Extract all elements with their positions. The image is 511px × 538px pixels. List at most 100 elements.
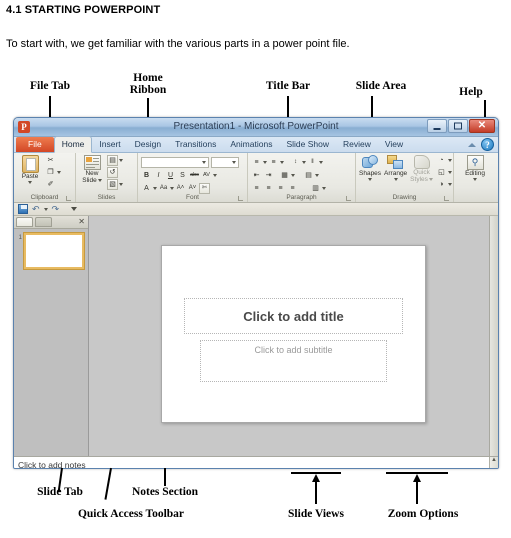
- shape-effects-icon[interactable]: ◑: [436, 179, 447, 190]
- tab-review[interactable]: Review: [336, 137, 378, 152]
- decrease-indent-button[interactable]: ⇤: [251, 170, 262, 181]
- shape-effects-caret-icon[interactable]: [447, 183, 452, 186]
- slide-area[interactable]: Click to add title Click to add subtitle: [89, 216, 498, 456]
- change-case-button[interactable]: Aa: [158, 183, 169, 194]
- clipboard-dialog-launcher-icon[interactable]: [66, 196, 71, 201]
- smartart-caret-icon[interactable]: [322, 187, 326, 190]
- change-case-caret-icon[interactable]: [170, 187, 174, 190]
- drawing-dialog-launcher-icon[interactable]: [444, 196, 449, 201]
- text-direction-button[interactable]: ‖: [307, 157, 318, 168]
- section-caret-icon[interactable]: [119, 183, 123, 186]
- paste-button[interactable]: Paste: [17, 155, 43, 184]
- tab-animations[interactable]: Animations: [223, 137, 279, 152]
- tab-home[interactable]: Home: [53, 136, 93, 153]
- new-slide-button[interactable]: New Slide: [79, 155, 105, 184]
- text-shadow-button[interactable]: S: [177, 170, 188, 181]
- section-icon[interactable]: ▧: [107, 179, 118, 190]
- copy-caret-icon[interactable]: [57, 171, 61, 174]
- outline-tab[interactable]: [35, 217, 52, 227]
- convert-to-smartart-button[interactable]: ▥: [310, 183, 321, 194]
- close-panel-icon[interactable]: ✕: [78, 217, 85, 226]
- font-dialog-launcher-icon[interactable]: [238, 196, 243, 201]
- tab-design[interactable]: Design: [128, 137, 168, 152]
- font-color-caret-icon[interactable]: [153, 187, 157, 190]
- tab-file[interactable]: File: [16, 137, 54, 152]
- line-spacing-button[interactable]: ↕: [290, 157, 301, 168]
- maximize-button[interactable]: [448, 119, 468, 133]
- chevron-up-icon[interactable]: [468, 142, 476, 147]
- slide-canvas[interactable]: Click to add title Click to add subtitle: [161, 245, 426, 423]
- scroll-up-icon[interactable]: ▲: [491, 457, 497, 463]
- grow-font-button[interactable]: A˄: [175, 183, 186, 194]
- bold-button[interactable]: B: [141, 170, 152, 181]
- arrange-caret-icon[interactable]: [393, 178, 398, 181]
- format-painter-icon[interactable]: ✐: [45, 179, 56, 190]
- align-right-button[interactable]: ≡: [275, 183, 286, 194]
- italic-button[interactable]: I: [153, 170, 164, 181]
- line-spacing-caret-icon[interactable]: [302, 161, 306, 164]
- close-button[interactable]: ✕: [469, 119, 495, 133]
- shapes-caret-icon[interactable]: [368, 178, 373, 181]
- shape-outline-icon[interactable]: ◱: [436, 167, 447, 178]
- undo-caret-icon[interactable]: [43, 207, 48, 211]
- strikethrough-button[interactable]: abc: [189, 170, 200, 181]
- align-text-button[interactable]: ▤: [303, 170, 314, 181]
- notes-section[interactable]: Click to add notes ▲ ▼: [14, 456, 498, 468]
- slide-area-scrollbar[interactable]: [489, 216, 498, 456]
- tab-view[interactable]: View: [378, 137, 410, 152]
- copy-icon[interactable]: ❐: [45, 167, 56, 178]
- align-text-caret-icon[interactable]: [315, 174, 319, 177]
- bullets-button[interactable]: ≡: [251, 157, 262, 168]
- character-spacing-button[interactable]: AV: [201, 170, 212, 181]
- customize-quick-access-toolbar-icon[interactable]: [71, 207, 78, 211]
- paragraph-dialog-launcher-icon[interactable]: [346, 196, 351, 201]
- character-spacing-caret-icon[interactable]: [213, 174, 217, 177]
- font-name-input[interactable]: [141, 157, 209, 168]
- font-color-button[interactable]: A: [141, 183, 152, 194]
- numbering-caret-icon[interactable]: [280, 161, 284, 164]
- reset-icon[interactable]: ↺: [107, 167, 118, 178]
- underline-button[interactable]: U: [165, 170, 176, 181]
- font-size-caret-icon[interactable]: [232, 161, 236, 164]
- increase-indent-button[interactable]: ⇥: [263, 170, 274, 181]
- shapes-button[interactable]: Shapes: [359, 155, 381, 181]
- font-name-caret-icon[interactable]: [202, 161, 206, 164]
- arrange-button[interactable]: Arrange: [384, 155, 407, 181]
- subtitle-placeholder[interactable]: Click to add subtitle: [200, 340, 387, 382]
- paste-caret-icon[interactable]: [28, 181, 32, 184]
- font-size-input[interactable]: [211, 157, 239, 168]
- columns-button[interactable]: ▦: [279, 170, 290, 181]
- columns-caret-icon[interactable]: [291, 174, 295, 177]
- tab-slide-show[interactable]: Slide Show: [279, 137, 336, 152]
- minimize-button[interactable]: [427, 119, 447, 133]
- notes-scrollbar[interactable]: ▲ ▼: [489, 457, 498, 468]
- cut-icon[interactable]: ✂: [45, 155, 56, 166]
- slide-thumbnail-item[interactable]: 1: [14, 229, 88, 269]
- help-icon[interactable]: ?: [481, 138, 494, 151]
- quick-styles-button[interactable]: Quick Styles: [410, 155, 433, 183]
- title-placeholder[interactable]: Click to add title: [184, 298, 403, 334]
- tab-transitions[interactable]: Transitions: [168, 137, 223, 152]
- bullets-caret-icon[interactable]: [263, 161, 267, 164]
- justify-button[interactable]: ≡: [287, 183, 298, 194]
- editing-caret-icon[interactable]: [473, 178, 477, 181]
- shape-outline-caret-icon[interactable]: [447, 171, 452, 174]
- shrink-font-button[interactable]: A˅: [187, 183, 198, 194]
- editing-button[interactable]: ⚲ Editing: [462, 155, 488, 181]
- shape-fill-icon[interactable]: ◔: [436, 155, 447, 166]
- redo-icon[interactable]: ↷: [52, 204, 60, 214]
- save-icon[interactable]: [18, 204, 28, 214]
- shape-fill-caret-icon[interactable]: [447, 159, 452, 162]
- numbering-button[interactable]: ≡: [268, 157, 279, 168]
- quick-styles-caret-icon[interactable]: [428, 178, 433, 181]
- text-direction-caret-icon[interactable]: [319, 161, 323, 164]
- undo-icon[interactable]: ↶: [32, 204, 40, 214]
- layout-caret-icon[interactable]: [119, 159, 123, 162]
- align-left-button[interactable]: ≡: [251, 183, 262, 194]
- clear-formatting-button[interactable]: ✄: [199, 183, 210, 194]
- align-center-button[interactable]: ≡: [263, 183, 274, 194]
- slides-tab[interactable]: [16, 217, 33, 227]
- new-slide-caret-icon[interactable]: [97, 179, 102, 182]
- layout-icon[interactable]: ▤: [107, 155, 118, 166]
- tab-insert[interactable]: Insert: [92, 137, 127, 152]
